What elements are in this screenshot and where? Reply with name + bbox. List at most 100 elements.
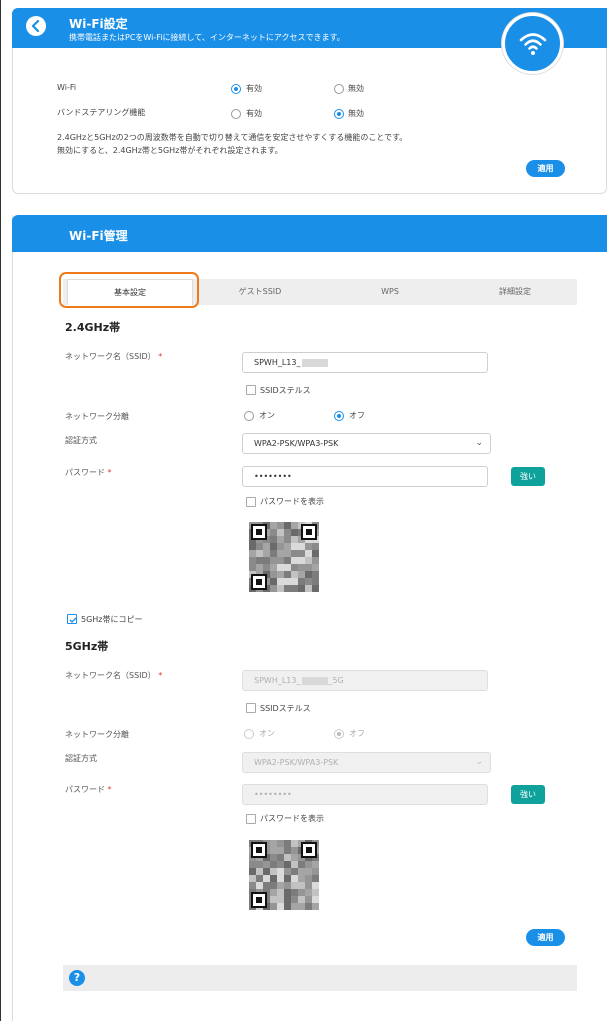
- ssid-stealth-24-checkbox[interactable]: [246, 385, 256, 395]
- copy-to-5ghz-checkbox[interactable]: [67, 614, 77, 624]
- qr-cell: [312, 882, 319, 889]
- wifi-badge: [502, 13, 563, 74]
- wifi-on-radio[interactable]: [231, 84, 241, 94]
- qr-cell: [305, 903, 312, 910]
- qr-cell: [270, 868, 277, 875]
- qr-cell: [298, 578, 305, 585]
- help-icon[interactable]: ?: [69, 970, 85, 986]
- redacted-text: [302, 358, 329, 367]
- qr-cell: [298, 585, 305, 592]
- qr-cell: [277, 529, 284, 536]
- qr-cell: [277, 882, 284, 889]
- band-5ghz-heading: 5GHz帯: [65, 640, 109, 653]
- page-subtitle: 携帯電話またはPCをWi-Fiに接続して、インターネットにアクセスできます。: [69, 33, 345, 42]
- qr-cell: [284, 557, 291, 564]
- qr-cell: [270, 903, 277, 910]
- tab-guest-ssid[interactable]: ゲストSSID: [200, 279, 320, 305]
- isolation-5-off-label: オフ: [349, 729, 365, 738]
- wifi-off-radio[interactable]: [334, 84, 344, 94]
- wifi-management-apply-button[interactable]: 適用: [526, 929, 565, 946]
- qr-cell: [263, 543, 270, 550]
- qr-cell: [291, 854, 298, 861]
- qr-cell: [291, 903, 298, 910]
- qr-cell: [249, 882, 256, 889]
- ssid-5-input[interactable]: SPWH_L13_ _5G: [242, 670, 488, 691]
- qr-cell: [284, 903, 291, 910]
- qr-finder-pattern: [301, 524, 317, 540]
- qr-finder-pattern: [301, 842, 317, 858]
- qr-cell: [298, 875, 305, 882]
- show-password-24-checkbox[interactable]: [246, 497, 256, 507]
- qr-cell: [305, 550, 312, 557]
- qr-cell: [277, 550, 284, 557]
- qr-cell: [277, 875, 284, 882]
- qr-cell: [305, 585, 312, 592]
- auth-method-5-select[interactable]: WPA2-PSK/WPA3-PSK ⌄: [242, 752, 491, 773]
- chevron-down-icon: ⌄: [475, 757, 483, 767]
- qr-cell: [277, 578, 284, 585]
- password-5-input[interactable]: ••••••••: [242, 784, 488, 805]
- wifi-settings-apply-button[interactable]: 適用: [526, 160, 565, 177]
- back-button[interactable]: [26, 16, 46, 36]
- qr-cell: [298, 861, 305, 868]
- band-steering-description-1: 2.4GHzと5GHzの2つの周波数帯を自動で切り替えて通信を安定させやすくする…: [57, 133, 408, 142]
- qr-cell: [312, 585, 319, 592]
- page-title: Wi-Fi設定: [69, 17, 128, 31]
- tab-wps[interactable]: WPS: [330, 279, 450, 305]
- qr-cell: [249, 861, 256, 868]
- wifi-on-label: 有効: [246, 84, 262, 93]
- qr-finder-pattern: [251, 892, 267, 908]
- qr-cell: [256, 550, 263, 557]
- qr-cell: [263, 557, 270, 564]
- qr-cell: [298, 564, 305, 571]
- qr-cell: [277, 854, 284, 861]
- qr-cell: [284, 585, 291, 592]
- wifi-toggle-label: Wi-Fi: [57, 83, 77, 92]
- qr-cell: [270, 882, 277, 889]
- qr-cell: [305, 861, 312, 868]
- qr-cell: [291, 529, 298, 536]
- qr-cell: [284, 854, 291, 861]
- qr-cell: [249, 875, 256, 882]
- qr-cell: [277, 585, 284, 592]
- band-24ghz-heading: 2.4GHz帯: [65, 321, 121, 334]
- qr-cell: [305, 543, 312, 550]
- isolation-24-off-radio[interactable]: [334, 411, 344, 421]
- qr-cell: [256, 557, 263, 564]
- qr-cell: [284, 571, 291, 578]
- band-steering-off-radio[interactable]: [334, 109, 344, 119]
- ssid-stealth-5-checkbox[interactable]: [246, 703, 256, 713]
- ssid-24-input[interactable]: SPWH_L13_: [242, 352, 488, 373]
- qr-cell: [249, 868, 256, 875]
- isolation-24-on-label: オン: [259, 411, 275, 420]
- qr-cell: [305, 868, 312, 875]
- qr-code-24: [249, 522, 319, 592]
- password-24-input[interactable]: ••••••••: [242, 466, 488, 487]
- isolation-5-off-radio[interactable]: [334, 729, 344, 739]
- isolation-24-on-radio[interactable]: [244, 411, 254, 421]
- tab-advanced-settings[interactable]: 詳細設定: [455, 279, 575, 305]
- ssid-24-label: ネットワーク名（SSID） *: [65, 352, 163, 361]
- qr-cell: [277, 564, 284, 571]
- password-24-label: パスワード *: [65, 468, 112, 477]
- show-password-5-checkbox[interactable]: [246, 814, 256, 824]
- auth-method-24-select[interactable]: WPA2-PSK/WPA3-PSK ⌄: [242, 433, 491, 454]
- qr-cell: [291, 840, 298, 847]
- band-steering-off-label: 無効: [348, 109, 364, 118]
- isolation-5-on-radio[interactable]: [244, 729, 254, 739]
- qr-cell: [256, 875, 263, 882]
- band-steering-on-radio[interactable]: [231, 109, 241, 119]
- qr-cell: [305, 875, 312, 882]
- qr-cell: [284, 882, 291, 889]
- qr-cell: [277, 522, 284, 529]
- qr-cell: [305, 557, 312, 564]
- qr-cell: [291, 543, 298, 550]
- qr-cell: [270, 536, 277, 543]
- qr-cell: [277, 896, 284, 903]
- required-mark: *: [158, 671, 163, 680]
- qr-cell: [277, 536, 284, 543]
- qr-cell: [270, 543, 277, 550]
- qr-cell: [312, 571, 319, 578]
- qr-cell: [312, 903, 319, 910]
- qr-cell: [312, 578, 319, 585]
